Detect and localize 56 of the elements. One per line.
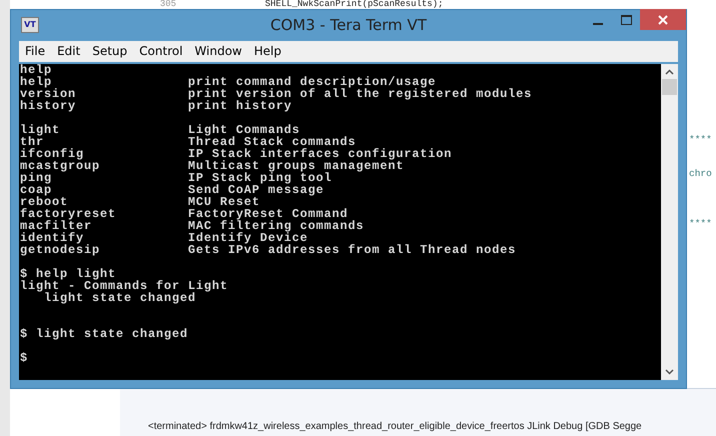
menu-item[interactable]: File xyxy=(19,41,52,62)
command-name: identify xyxy=(20,232,84,244)
menu-item[interactable]: Edit xyxy=(51,41,86,62)
command-name: reboot xyxy=(20,196,68,208)
command-name: help xyxy=(20,76,52,88)
command-name: history xyxy=(20,100,78,112)
terminal-line: $ light state changed xyxy=(20,328,190,340)
code-fragment: chro xyxy=(689,168,712,180)
command-name: version xyxy=(20,88,78,100)
menu-item[interactable]: Control xyxy=(133,41,189,62)
terminal-line: light - Commands for Light xyxy=(20,280,230,292)
command-name: macfilter xyxy=(20,220,92,232)
code-fragment: **** xyxy=(689,218,712,230)
code-fragment: **** xyxy=(689,134,712,146)
scroll-down-icon[interactable] xyxy=(665,369,674,375)
terminal-line: $ xyxy=(20,352,30,364)
minimize-icon xyxy=(593,22,603,24)
command-description: Light Commands xyxy=(188,124,300,136)
command-description: Identify Device xyxy=(188,232,308,244)
command-description: IP Stack ping tool xyxy=(188,172,332,184)
terminal-line: light state changed xyxy=(44,292,196,304)
command-description: Multicast groups management xyxy=(188,160,404,172)
menu-item[interactable]: Help xyxy=(248,41,288,62)
console-status-text: <terminated> frdmkw41z_wireless_examples_thread_router_eligible_device_freertos JLink Debug [GDB Segge xyxy=(148,420,642,433)
command-name: ifconfig xyxy=(20,148,86,160)
command-description: Thread Stack commands xyxy=(188,136,356,148)
command-description: print history xyxy=(188,100,292,112)
scroll-up-icon[interactable] xyxy=(665,69,674,75)
command-name: ping xyxy=(20,172,52,184)
command-description: Send CoAP message xyxy=(188,184,324,196)
line-number: 305 xyxy=(160,0,176,9)
command-description: FactoryReset Command xyxy=(188,208,348,220)
maximize-icon xyxy=(620,14,632,24)
command-name: mcastgroup xyxy=(20,160,102,172)
command-description: MAC filtering commands xyxy=(188,220,364,232)
terminal-line: $ help light xyxy=(20,268,116,280)
scroll-thumb[interactable] xyxy=(662,79,677,95)
command-description: print command description/usage xyxy=(188,76,436,88)
menu-item[interactable]: Setup xyxy=(86,41,134,62)
scrollbar[interactable] xyxy=(661,64,678,380)
terminal-screen[interactable] xyxy=(19,64,661,380)
command-name: light xyxy=(20,124,62,136)
menu-item[interactable]: Window xyxy=(188,41,248,62)
command-name: getnodesip xyxy=(20,244,102,256)
terminal-line: help xyxy=(20,64,54,76)
command-name: factoryreset xyxy=(20,208,118,220)
command-name: coap xyxy=(20,184,52,196)
command-description: print version of all the registered modules xyxy=(188,88,532,100)
window-title: COM3 - Tera Term VT xyxy=(270,16,427,34)
command-description: IP Stack interfaces configuration xyxy=(188,148,452,160)
command-description: MCU Reset xyxy=(188,196,260,208)
command-name: thr xyxy=(20,136,44,148)
app-icon: VT xyxy=(21,17,39,33)
close-icon xyxy=(658,14,668,24)
command-description: Gets IPv6 addresses from all Thread nodes xyxy=(188,244,516,256)
close-button[interactable] xyxy=(640,9,686,30)
